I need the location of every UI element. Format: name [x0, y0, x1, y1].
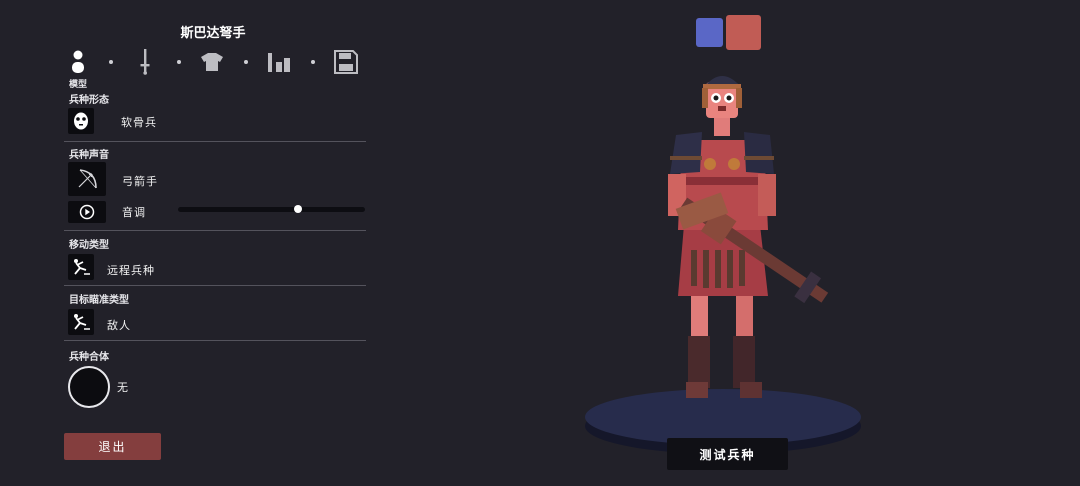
weapon-sword-icon	[140, 49, 150, 75]
clothing-shirt-icon	[201, 53, 223, 71]
unit-voice-icon-button[interactable]	[68, 162, 106, 196]
section-label-combine: 兵种合体	[69, 352, 109, 363]
team-color-blue-swatch[interactable]	[696, 18, 723, 47]
unit-preview-model	[585, 76, 861, 454]
movement-icon-button[interactable]	[68, 254, 94, 280]
section-label-movement: 移动类型	[69, 240, 109, 251]
unit-voice-value: 弓箭手	[122, 175, 158, 188]
combine-value: 无	[117, 381, 129, 394]
tab-model-caption: 模型	[69, 80, 88, 90]
divider	[64, 230, 366, 231]
tab-model[interactable]	[62, 46, 94, 78]
editor-tab-bar	[60, 46, 370, 78]
unit-title: 斯巴达弩手	[180, 26, 246, 41]
section-label-unit-form: 兵种形态	[69, 95, 109, 106]
tab-stats[interactable]	[263, 46, 295, 78]
test-unit-button[interactable]: 测试兵种	[667, 438, 788, 470]
unit-form-icon-button[interactable]	[68, 108, 94, 134]
divider	[64, 340, 366, 341]
exit-button[interactable]: 退出	[64, 433, 161, 460]
divider	[64, 141, 366, 142]
bow-icon	[78, 169, 97, 189]
empty-slot-icon[interactable]	[68, 366, 110, 408]
pitch-slider-thumb[interactable]	[293, 205, 302, 213]
movement-icon	[74, 259, 90, 275]
targeting-value: 敌人	[107, 319, 131, 332]
stats-bars-icon	[268, 53, 290, 72]
model-person-icon	[72, 50, 84, 73]
save-floppy-icon	[334, 50, 358, 74]
movement-value: 远程兵种	[107, 264, 155, 277]
unit-form-value: 软骨兵	[121, 116, 157, 129]
divider	[64, 285, 366, 286]
tab-save[interactable]	[330, 46, 362, 78]
targeting-icon-button[interactable]	[68, 309, 94, 335]
tab-clothing[interactable]	[196, 46, 228, 78]
play-icon	[79, 204, 95, 220]
target-icon	[74, 314, 90, 330]
face-mask-icon	[74, 112, 88, 130]
pitch-slider[interactable]	[178, 205, 365, 213]
play-voice-button[interactable]	[68, 201, 106, 223]
pitch-label: 音调	[122, 206, 146, 219]
section-label-unit-voice: 兵种声音	[69, 150, 109, 161]
tab-weapon[interactable]	[129, 46, 161, 78]
section-label-targeting: 目标瞄准类型	[69, 295, 129, 306]
team-color-red-swatch[interactable]	[726, 15, 761, 50]
